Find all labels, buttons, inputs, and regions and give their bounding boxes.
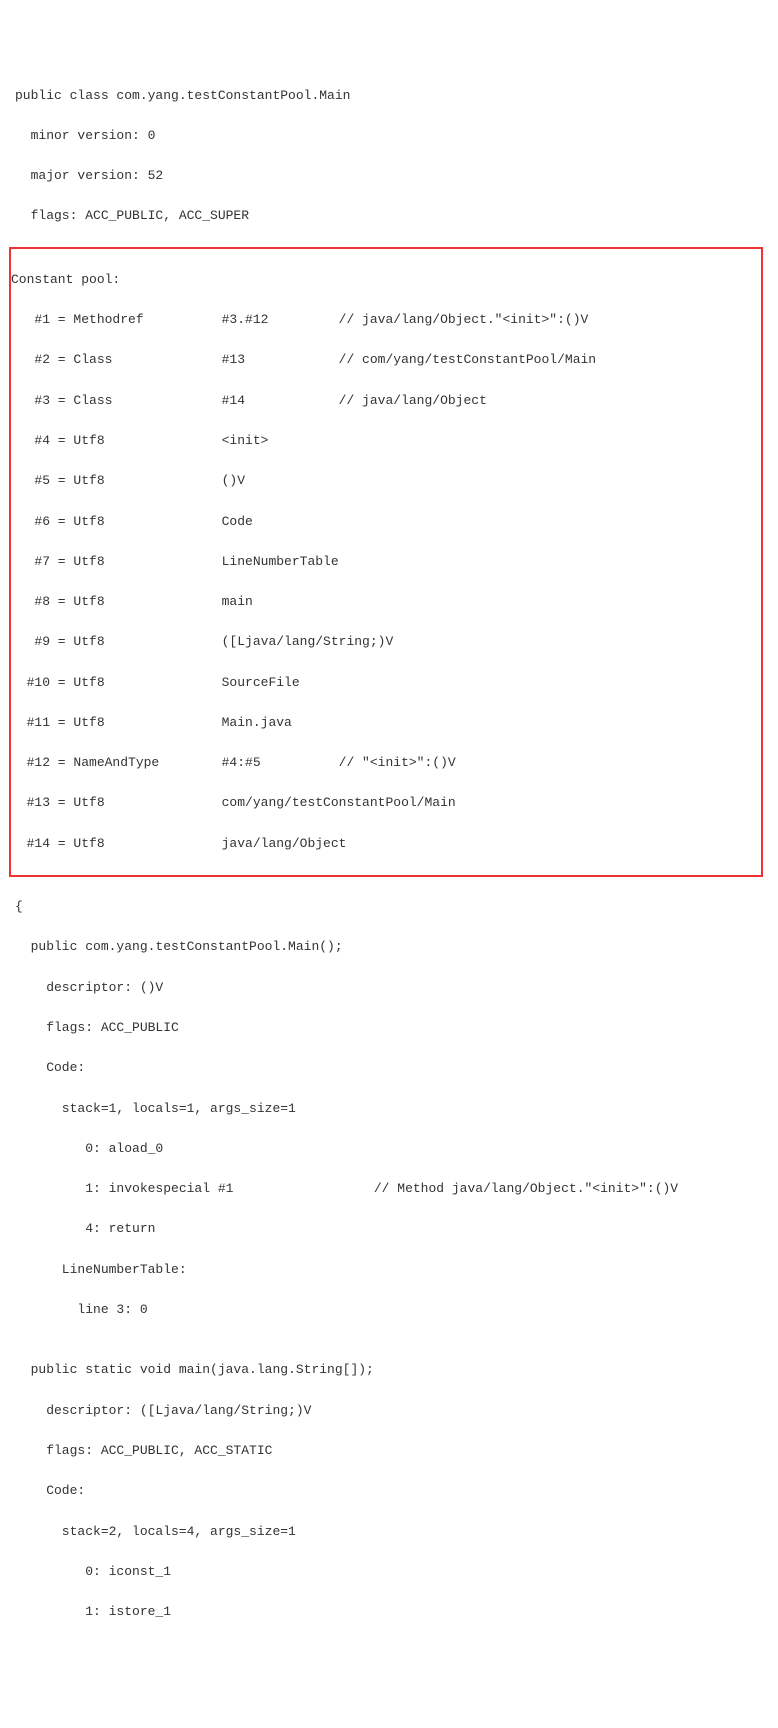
body-line: public static void main(java.lang.String… — [15, 1360, 763, 1380]
constant-pool-row: #6 = Utf8 Code — [11, 512, 761, 532]
body-line: Code: — [15, 1058, 763, 1078]
body-line: flags: ACC_PUBLIC, ACC_STATIC — [15, 1441, 763, 1461]
constant-pool-title: Constant pool: — [11, 270, 761, 290]
body-line: stack=2, locals=4, args_size=1 — [15, 1522, 763, 1542]
constant-pool-block: Constant pool: #1 = Methodref #3.#12 // … — [9, 247, 763, 877]
constant-pool-row: #9 = Utf8 ([Ljava/lang/String;)V — [11, 632, 761, 652]
body-line: 0: iconst_1 — [15, 1562, 763, 1582]
body-line: public com.yang.testConstantPool.Main(); — [15, 937, 763, 957]
body-line: 1: invokespecial #1 // Method java/lang/… — [15, 1179, 763, 1199]
body-line: LineNumberTable: — [15, 1260, 763, 1280]
constant-pool-row: #13 = Utf8 com/yang/testConstantPool/Mai… — [11, 793, 761, 813]
major-version: major version: 52 — [15, 166, 763, 186]
constant-pool-row: #8 = Utf8 main — [11, 592, 761, 612]
class-declaration: public class com.yang.testConstantPool.M… — [15, 86, 763, 106]
constant-pool-row: #14 = Utf8 java/lang/Object — [11, 834, 761, 854]
minor-version: minor version: 0 — [15, 126, 763, 146]
body-line: descriptor: ([Ljava/lang/String;)V — [15, 1401, 763, 1421]
body-line: 0: aload_0 — [15, 1139, 763, 1159]
body-line: { — [15, 897, 763, 917]
body-line: 1: istore_1 — [15, 1602, 763, 1622]
body-line: flags: ACC_PUBLIC — [15, 1018, 763, 1038]
constant-pool-row: #4 = Utf8 <init> — [11, 431, 761, 451]
body-line: Code: — [15, 1481, 763, 1501]
body-line: descriptor: ()V — [15, 978, 763, 998]
constant-pool-row: #10 = Utf8 SourceFile — [11, 673, 761, 693]
body-line: 4: return — [15, 1219, 763, 1239]
constant-pool-row: #1 = Methodref #3.#12 // java/lang/Objec… — [11, 310, 761, 330]
body-line: line 3: 0 — [15, 1300, 763, 1320]
class-flags: flags: ACC_PUBLIC, ACC_SUPER — [15, 206, 763, 226]
constant-pool-row: #5 = Utf8 ()V — [11, 471, 761, 491]
constant-pool-row: #3 = Class #14 // java/lang/Object — [11, 391, 761, 411]
constant-pool-row: #7 = Utf8 LineNumberTable — [11, 552, 761, 572]
constant-pool-row: #12 = NameAndType #4:#5 // "<init>":()V — [11, 753, 761, 773]
body-line: stack=1, locals=1, args_size=1 — [15, 1099, 763, 1119]
constant-pool-row: #2 = Class #13 // com/yang/testConstantP… — [11, 350, 761, 370]
constant-pool-row: #11 = Utf8 Main.java — [11, 713, 761, 733]
